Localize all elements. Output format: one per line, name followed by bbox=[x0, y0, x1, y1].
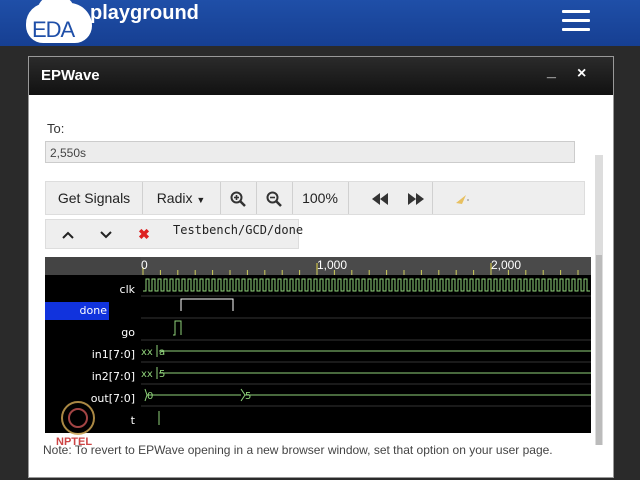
out-waveform bbox=[144, 388, 591, 402]
close-icon[interactable]: ✖ bbox=[126, 220, 162, 248]
chevron-up-icon[interactable] bbox=[50, 220, 86, 248]
clk-trace bbox=[143, 278, 590, 292]
selected-signal-path: Testbench/GCD/done bbox=[173, 223, 304, 237]
time-ruler[interactable]: 0 1,000 2,000 bbox=[141, 257, 591, 275]
minimize-button[interactable]: _ bbox=[547, 63, 556, 81]
signal-name-header bbox=[45, 257, 141, 275]
fast-forward-icon[interactable] bbox=[400, 182, 433, 214]
signal-name[interactable]: in1[7:0] bbox=[45, 346, 139, 364]
eda-playground-logo[interactable]: EDA bbox=[26, 0, 92, 43]
close-button[interactable]: × bbox=[577, 65, 586, 83]
scrollbar-thumb[interactable] bbox=[596, 255, 602, 445]
out-value: 5 bbox=[245, 391, 251, 402]
out-value: 0 bbox=[147, 391, 153, 402]
signal-name[interactable]: clk bbox=[45, 281, 139, 299]
to-time-field[interactable]: 2,550s bbox=[45, 141, 575, 163]
zoom-in-icon[interactable] bbox=[220, 182, 257, 214]
window-content: To: 2,550s Get Signals Radix ▼ 100% ✖ Te… bbox=[29, 95, 613, 477]
radix-dropdown[interactable]: Radix ▼ bbox=[142, 182, 221, 214]
hamburger-menu-icon[interactable] bbox=[562, 10, 590, 32]
logo-text[interactable]: playground bbox=[90, 2, 199, 25]
signal-name-selected[interactable]: done bbox=[45, 302, 109, 320]
watermark-text: NPTEL bbox=[56, 436, 93, 448]
waveform-plot[interactable]: xx a xx 5 0 5 bbox=[141, 275, 591, 433]
in1-waveform bbox=[156, 345, 591, 357]
window-title: EPWave bbox=[41, 67, 100, 84]
to-label: To: bbox=[47, 121, 65, 136]
done-waveform bbox=[180, 298, 234, 311]
waveform-viewer[interactable]: clk done go in1[7:0] in2[7:0] out[7:0] t bbox=[45, 257, 591, 433]
ruler-label: 2,000 bbox=[491, 258, 522, 272]
signal-name[interactable]: go bbox=[45, 324, 139, 342]
radix-label: Radix bbox=[156, 190, 193, 206]
clk-waveform bbox=[143, 278, 590, 292]
window-titlebar[interactable]: EPWave _ × bbox=[29, 57, 613, 95]
ruler-ticks bbox=[142, 263, 579, 275]
caret-down-icon: ▼ bbox=[196, 195, 206, 205]
waveform-toolbar: Get Signals Radix ▼ 100% bbox=[45, 181, 585, 215]
logo-abbr: EDA bbox=[32, 17, 75, 42]
epwave-window: EPWave _ × To: 2,550s Get Signals Radix … bbox=[28, 56, 614, 478]
get-signals-button[interactable]: Get Signals bbox=[46, 182, 143, 214]
rewind-icon[interactable] bbox=[364, 182, 396, 214]
pointer-icon[interactable] bbox=[444, 182, 480, 214]
note-text: Note: To revert to EPWave opening in a n… bbox=[43, 443, 553, 457]
in1-value: xx bbox=[141, 347, 153, 358]
ruler-label: 0 bbox=[141, 258, 148, 272]
top-navbar: EDA playground bbox=[0, 0, 640, 46]
in2-value: xx bbox=[141, 369, 153, 380]
vertical-scrollbar[interactable] bbox=[595, 155, 603, 445]
in1-value: a bbox=[159, 347, 165, 358]
zoom-out-icon[interactable] bbox=[256, 182, 293, 214]
chevron-down-icon[interactable] bbox=[88, 220, 124, 248]
zoom-level[interactable]: 100% bbox=[292, 182, 349, 214]
ruler-label: 1,000 bbox=[317, 258, 348, 272]
signal-name[interactable]: in2[7:0] bbox=[45, 368, 139, 386]
in2-waveform bbox=[156, 367, 591, 379]
in2-value: 5 bbox=[159, 369, 165, 380]
go-waveform bbox=[173, 320, 182, 336]
